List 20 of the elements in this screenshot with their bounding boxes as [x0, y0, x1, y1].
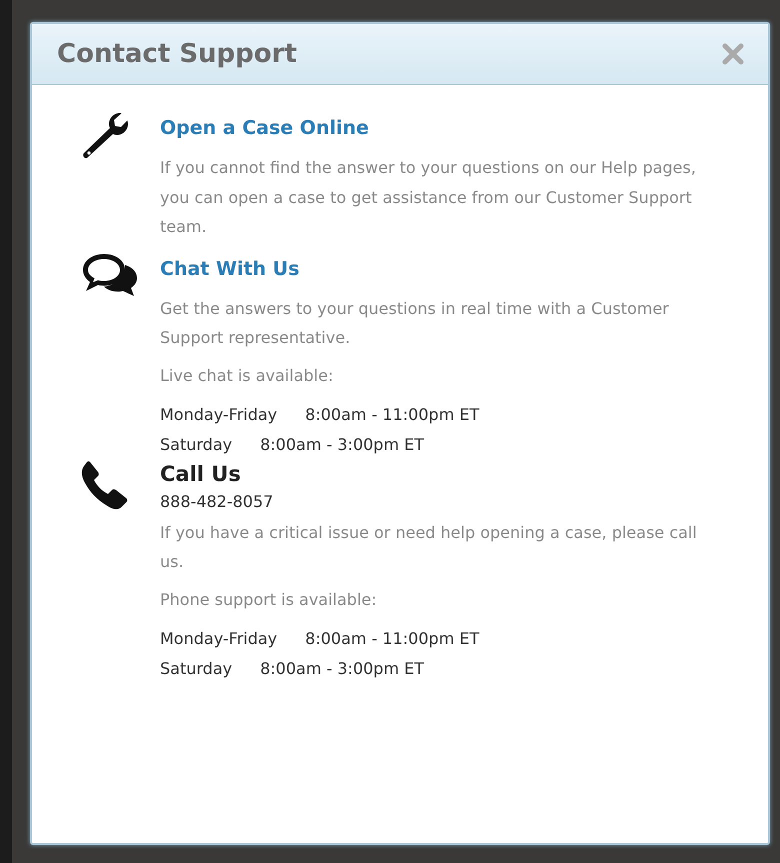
phone-number: 888-482-8057 [160, 490, 274, 512]
schedule-hours: 8:00am - 3:00pm ET [260, 658, 424, 680]
schedule-days: Saturday [160, 654, 232, 684]
phone-icon [80, 460, 130, 510]
schedule-hours: 8:00am - 11:00pm ET [305, 628, 480, 650]
dialog-title: Contact Support [57, 39, 297, 69]
schedule-days: Monday-Friday [160, 624, 278, 654]
section-link[interactable]: Open a Case Online [160, 115, 369, 141]
availability-label: Phone support is available: [160, 588, 378, 610]
schedule-days: Saturday [160, 430, 232, 460]
description: Get the answers to your questions in real time with a Customer Support representative. [160, 298, 670, 349]
schedule-hours: 8:00am - 11:00pm ET [305, 404, 480, 426]
schedule-days: Monday-Friday [160, 400, 278, 430]
availability-label: Live chat is available: [160, 364, 334, 386]
close-button[interactable] [722, 43, 744, 65]
description: If you have a critical issue or need help opening a case, please call us. [160, 522, 698, 573]
section-link[interactable]: Chat With Us [160, 256, 300, 282]
section-heading: Call Us [160, 460, 242, 488]
description: If you cannot find the answer to your questions on our Help pages, you can open a case to get assistance from our Customer Support team. [160, 157, 697, 238]
schedule-hours: 8:00am - 3:00pm ET [260, 434, 424, 456]
